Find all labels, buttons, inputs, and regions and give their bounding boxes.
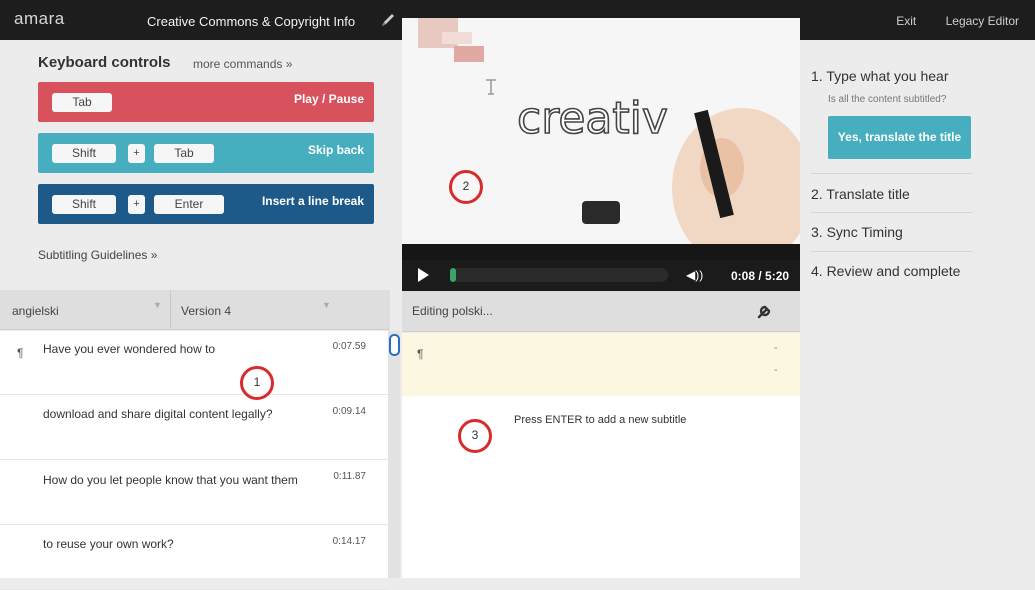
video-frame: creativ [402, 18, 800, 244]
video-frame-text: creativ [517, 93, 668, 144]
translate-title-button[interactable]: Yes, translate the title [828, 116, 971, 159]
shortcut-line-break: Shift + Enter Insert a line break [38, 184, 374, 224]
version-select[interactable]: Version 4 [181, 304, 231, 318]
divider [811, 173, 972, 174]
shortcut-action: Insert a line break [261, 194, 364, 208]
divider [811, 251, 972, 252]
video-player[interactable]: creativ [402, 18, 800, 244]
more-commands-link[interactable]: more commands » [193, 57, 292, 71]
exit-link[interactable]: Exit [896, 14, 916, 28]
volume-icon[interactable]: ◀)) [686, 268, 703, 282]
wrench-icon[interactable] [756, 300, 776, 320]
legacy-editor-link[interactable]: Legacy Editor [946, 14, 1019, 28]
chevron-down-icon[interactable]: ▼ [322, 300, 331, 310]
reference-subtitle-list: ¶ Have you ever wondered how to 0:07.59 … [0, 331, 388, 590]
subtitle-time: 0:11.87 [333, 471, 366, 482]
key-tab: Tab [154, 144, 214, 163]
shortcut-skip-back: Shift + Tab Skip back [38, 133, 374, 173]
amara-logo[interactable]: amara [14, 9, 65, 29]
step-sync-timing: 3. Sync Timing [811, 224, 903, 240]
subtitle-text: Have you ever wondered how to [43, 342, 216, 356]
subtitle-item: download and share digital content legal… [0, 396, 388, 460]
subtitle-time: 0:07.59 [332, 341, 366, 352]
progress-track[interactable] [450, 268, 668, 282]
divider [811, 212, 972, 213]
step-translate-title: 2. Translate title [811, 186, 910, 202]
sync-scrollbar[interactable] [388, 331, 400, 578]
subtitle-text: How do you let people know that you want… [43, 473, 298, 487]
annotation-marker-3: 3 [458, 419, 492, 453]
shortcut-play-pause: Tab Play / Pause [38, 82, 374, 122]
step-type-what-you-hear: 1. Type what you hear [811, 68, 949, 84]
key-shift: Shift [52, 144, 116, 163]
subtitle-text: to reuse your own work? [43, 537, 174, 551]
play-icon[interactable] [418, 268, 429, 282]
annotation-marker-2: 2 [449, 170, 483, 204]
progress-fill [450, 268, 456, 282]
editing-header: Editing polski... [402, 291, 800, 332]
pencil-icon[interactable] [380, 12, 396, 28]
subtitle-item: How do you let people know that you want… [0, 461, 388, 525]
add-subtitle-hint: Press ENTER to add a new subtitle [514, 414, 687, 426]
shortcut-action: Skip back [307, 143, 364, 157]
annotation-marker-1: 1 [240, 366, 274, 400]
playback-time: 0:08 / 5:20 [731, 269, 790, 283]
video-letterbox [402, 244, 800, 260]
subtitle-text: download and share digital content legal… [43, 407, 273, 421]
reference-language-bar: angielski ▼ Version 4 ▼ [0, 290, 390, 330]
end-time-placeholder: - [774, 364, 778, 376]
key-plus: + [128, 144, 145, 163]
start-time-placeholder: - [774, 342, 778, 354]
step-question: Is all the content subtitled? [828, 94, 947, 105]
keyboard-controls-title: Keyboard controls [38, 54, 171, 71]
subtitling-guidelines-link[interactable]: Subtitling Guidelines » [38, 248, 157, 262]
key-enter: Enter [154, 195, 224, 214]
subtitle-time: 0:09.14 [332, 406, 366, 417]
step-review-complete: 4. Review and complete [811, 263, 961, 279]
top-links: Exit Legacy Editor [870, 14, 1019, 28]
subtitle-time: 0:14.17 [332, 536, 366, 547]
shortcut-action: Play / Pause [293, 92, 364, 106]
key-plus: + [128, 195, 145, 214]
pilcrow-icon: ¶ [417, 347, 424, 361]
editing-language-label: Editing polski... [412, 304, 493, 318]
key-shift: Shift [52, 195, 116, 214]
pilcrow-icon: ¶ [17, 346, 24, 360]
subtitle-item: ¶ Have you ever wondered how to 0:07.59 [0, 331, 388, 395]
current-subtitle-line[interactable] [402, 333, 800, 396]
divider [170, 290, 171, 330]
language-select[interactable]: angielski [12, 304, 59, 318]
subtitle-item: to reuse your own work? 0:14.17 [0, 526, 388, 590]
chevron-down-icon[interactable]: ▼ [153, 300, 162, 310]
key-tab: Tab [52, 93, 112, 112]
video-title: Creative Commons & Copyright Info [147, 14, 356, 29]
keyboard-controls-panel: Keyboard controls more commands » Tab Pl… [0, 40, 390, 290]
scroll-lock-handle[interactable] [389, 334, 400, 356]
